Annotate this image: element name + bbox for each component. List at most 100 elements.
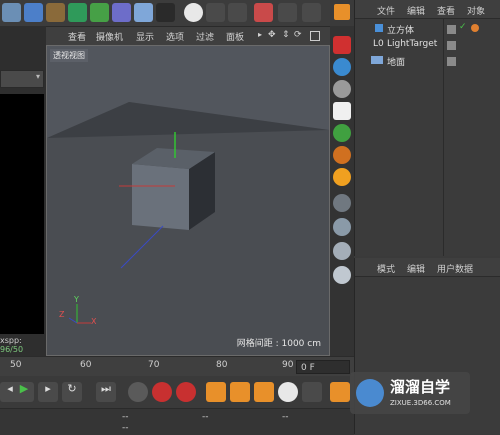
array-icon[interactable] — [90, 3, 109, 22]
loop-icon[interactable]: ↻ — [62, 382, 82, 402]
menu-panel[interactable]: 面板 — [226, 30, 244, 43]
grid-spacing-label: 网格间距 : 1000 cm — [236, 339, 321, 349]
floor-tool-icon[interactable] — [134, 3, 153, 22]
coord-field[interactable]: -- — [122, 412, 129, 422]
gear-green-icon[interactable] — [333, 124, 351, 142]
status-prefix: xspp: — [0, 336, 22, 345]
subdivision-icon[interactable] — [68, 3, 87, 22]
move-view-icon[interactable]: ✥ — [268, 30, 276, 40]
perspective-viewport[interactable]: 透视视图 Y X Z 网格间距 : 1000 cm — [46, 45, 330, 356]
menu-view[interactable]: 查看 — [68, 30, 86, 43]
sculpt-icon[interactable] — [228, 3, 247, 22]
film-icon[interactable] — [330, 382, 350, 402]
help-icon[interactable] — [176, 382, 196, 402]
left-dropdown[interactable]: ▾ — [0, 70, 44, 88]
timeline-ruler[interactable]: 50 60 70 80 90 0 F — [0, 356, 354, 377]
orange-x-icon[interactable] — [334, 4, 350, 20]
fire-icon[interactable] — [333, 146, 351, 164]
grid-key-icon[interactable] — [302, 382, 322, 402]
cube-icon — [375, 24, 383, 32]
script-icon[interactable] — [254, 3, 273, 22]
coordinates-panel: -- -- -- -- — [0, 408, 354, 435]
floor-icon — [371, 56, 383, 64]
menu-file[interactable]: 文件 — [377, 4, 395, 17]
sphere-2-icon[interactable] — [333, 218, 351, 236]
watermark: 溜溜自学 ZIXUE.3D66.COM — [350, 372, 470, 414]
visibility-toggle[interactable] — [447, 41, 456, 50]
object-row-cube[interactable]: 立方体 ✓ — [355, 22, 500, 38]
viewport-menubar: 查看 摄像机 显示 选项 过滤 面板 ▸ ✥ ⇕ ⟳ — [46, 27, 330, 45]
enabled-check-icon[interactable]: ✓ — [459, 22, 467, 32]
gizmo-y-label: Y — [74, 295, 79, 304]
sun-icon[interactable] — [333, 168, 351, 186]
rotate-view-icon[interactable]: ⟳ — [294, 30, 302, 40]
menu-options[interactable]: 选项 — [166, 30, 184, 43]
menu-view-obj[interactable]: 查看 — [437, 4, 455, 17]
visibility-toggle[interactable] — [447, 25, 456, 34]
render-icon[interactable] — [333, 36, 351, 54]
playback-bar: ◂ ▶ ▸ ↻ ⏭ — [0, 376, 354, 408]
render-preview — [0, 94, 44, 334]
visibility-toggle[interactable] — [447, 57, 456, 66]
menu-camera[interactable]: 摄像机 — [96, 30, 123, 43]
layout-icon[interactable] — [302, 3, 321, 22]
sphere-4-icon[interactable] — [333, 266, 351, 284]
move-key-icon[interactable] — [206, 382, 226, 402]
tick-label: 90 — [282, 360, 294, 370]
menu-edit-attr[interactable]: 编辑 — [407, 262, 425, 275]
object-row-lighttarget[interactable]: L0 LightTarget — [355, 38, 500, 54]
rotate-key-icon[interactable] — [254, 382, 274, 402]
object-manager: 文件 编辑 查看 对象 立方体 ✓ L0 LightTarget 地面 — [354, 0, 500, 256]
goto-end-icon[interactable]: ⏭ — [96, 382, 116, 402]
tag-icon[interactable] — [471, 24, 479, 32]
coord-field[interactable]: -- — [202, 412, 209, 422]
object-row-floor[interactable]: 地面 — [355, 54, 500, 70]
object-name: 地面 — [387, 58, 406, 68]
sphere-1-icon[interactable] — [333, 194, 351, 212]
object-name: 立方体 — [387, 26, 415, 36]
coord-field[interactable]: -- — [122, 423, 129, 433]
frame-field[interactable]: 0 F — [296, 360, 350, 374]
target-icon[interactable] — [333, 80, 351, 98]
shading-icon[interactable] — [333, 58, 351, 76]
menu-filter[interactable]: 过滤 — [196, 30, 214, 43]
menu-mode[interactable]: 模式 — [377, 262, 395, 275]
menu-user-data[interactable]: 用户数据 — [437, 262, 473, 275]
render-status: xspp: 96/50 — [0, 336, 46, 354]
attribute-menubar: 模式 编辑 用户数据 — [355, 258, 500, 277]
pen-tool-icon[interactable] — [46, 3, 65, 22]
gizmo-z-label: Z — [59, 310, 65, 319]
render-toolbar — [330, 26, 354, 356]
object-name: LightTarget — [387, 39, 438, 49]
record-icon[interactable] — [152, 382, 172, 402]
menu-object[interactable]: 对象 — [467, 4, 485, 17]
menu-display[interactable]: 显示 — [136, 30, 154, 43]
object-menubar: 文件 编辑 查看 对象 — [355, 0, 500, 19]
tick-label: 80 — [216, 360, 228, 370]
play-icon[interactable]: ▶ — [14, 382, 34, 402]
camera-tool-icon[interactable] — [156, 3, 175, 22]
menu-edit[interactable]: 编辑 — [407, 4, 425, 17]
play-icon[interactable]: ▸ — [258, 30, 262, 39]
layout-switch[interactable] — [330, 0, 354, 26]
tick-label: 50 — [10, 360, 22, 370]
character-icon[interactable] — [206, 3, 225, 22]
coord-field[interactable]: -- — [282, 412, 289, 422]
light-icon[interactable] — [333, 102, 351, 120]
next-frame-icon[interactable]: ▸ — [38, 382, 58, 402]
maximize-view-icon[interactable] — [310, 31, 320, 41]
watermark-logo-icon — [356, 379, 384, 407]
cube-tool-icon[interactable] — [24, 3, 43, 22]
scene-canvas — [47, 102, 329, 355]
zoom-view-icon[interactable]: ⇕ — [282, 30, 290, 40]
param-key-icon[interactable] — [278, 382, 298, 402]
undo-icon[interactable] — [2, 3, 21, 22]
keyframe-icon[interactable] — [128, 382, 148, 402]
watermark-url: ZIXUE.3D66.COM — [390, 399, 451, 407]
snap-icon[interactable] — [278, 3, 297, 22]
light-bulb-icon[interactable] — [184, 3, 203, 22]
scale-key-icon[interactable] — [230, 382, 250, 402]
deformer-icon[interactable] — [112, 3, 131, 22]
sphere-3-icon[interactable] — [333, 242, 351, 260]
tick-label: 60 — [80, 360, 92, 370]
